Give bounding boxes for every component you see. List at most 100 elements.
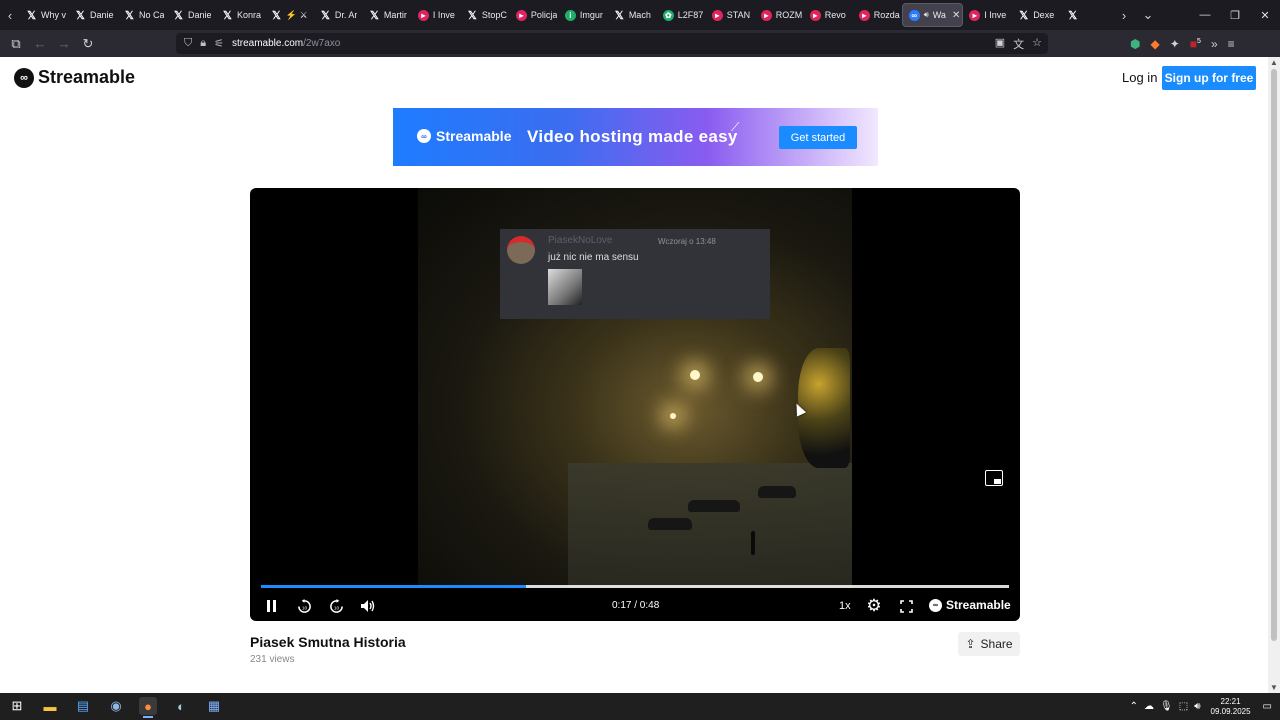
minimize-icon[interactable]: —: [1190, 0, 1220, 30]
more-tools-icon[interactable]: »: [1211, 37, 1218, 51]
lock-icon[interactable]: 🔒︎: [200, 37, 206, 50]
extension-fox-icon[interactable]: ◆: [1150, 37, 1159, 51]
tab-scroll-left-icon[interactable]: ‹: [0, 0, 20, 30]
avatar: [507, 236, 535, 264]
browser-tab[interactable]: i Imgur: [559, 3, 608, 27]
close-window-icon[interactable]: ✕: [1250, 0, 1280, 30]
walking-person: [751, 531, 755, 555]
bookmark-star-icon[interactable]: ☆: [1032, 36, 1042, 52]
playback-time: 0:17 / 0:48: [612, 600, 660, 611]
browser-tab[interactable]: ∞ 🔊︎ Wa ✕: [901, 3, 964, 27]
browser-tab[interactable]: 𝕏 Konra: [216, 3, 265, 27]
signup-button[interactable]: Sign up for free: [1162, 66, 1256, 90]
tab-overview-icon[interactable]: ⧉: [4, 30, 28, 57]
calculator-icon[interactable]: ▦: [205, 697, 223, 715]
browser-tab[interactable]: 𝕏 Why v: [20, 3, 69, 27]
tab-audio-icon[interactable]: 🔊︎: [924, 10, 929, 20]
tracking-shield-icon[interactable]: ⛉: [184, 37, 192, 50]
notifications-icon[interactable]: ▭: [1263, 701, 1272, 712]
url-bar[interactable]: ⛉ 🔒︎ ⚟ streamable.com/2w7axo ▣ 文 ☆: [176, 33, 1048, 54]
reload-icon[interactable]: ↻: [76, 30, 100, 57]
player-brand[interactable]: ∞ Streamable: [929, 598, 1011, 612]
vpn-shield-icon[interactable]: ⬢: [1130, 37, 1140, 51]
login-link[interactable]: Log in: [1122, 70, 1157, 85]
browser-tab[interactable]: ▸ Revo: [804, 3, 853, 27]
scrollbar-thumb[interactable]: [1271, 69, 1277, 641]
browser-tab[interactable]: ✿ L2F87: [657, 3, 706, 27]
picture-in-picture-icon[interactable]: ▣: [995, 36, 1005, 52]
browser-tab[interactable]: 𝕏 StopC: [461, 3, 510, 27]
network-icon[interactable]: ⬚: [1179, 701, 1188, 712]
remote-desktop-icon[interactable]: ▤: [74, 697, 92, 715]
firefox-icon[interactable]: ●: [139, 697, 157, 718]
youtube-icon: ▸: [809, 9, 821, 21]
progress-bar[interactable]: [261, 585, 1009, 588]
street-scene: [568, 463, 852, 588]
extensions-puzzle-icon[interactable]: ✦: [1170, 37, 1180, 51]
tray-chevron-icon[interactable]: ⌃: [1130, 701, 1138, 712]
forward-icon[interactable]: →: [52, 30, 76, 57]
browser-tab[interactable]: ▸ ROZM: [755, 3, 804, 27]
browser-tab[interactable]: 𝕏 No Ca: [118, 3, 167, 27]
fullscreen-icon[interactable]: [898, 597, 914, 615]
browser-tab[interactable]: 𝕏 Mach: [608, 3, 657, 27]
translate-icon[interactable]: 文: [1013, 36, 1024, 52]
tab-scroll-right-icon[interactable]: ›: [1114, 0, 1134, 30]
chat-message-text: już nic nie ma sensu: [548, 252, 639, 263]
youtube-icon: ▸: [858, 9, 870, 21]
imgur-icon: i: [564, 9, 576, 21]
browser-tab[interactable]: ▸ Policja: [510, 3, 559, 27]
site-logo[interactable]: ∞ Streamable: [14, 67, 135, 88]
ublock-icon[interactable]: ■5: [1190, 37, 1201, 51]
browser-tab-label: Dexe: [1033, 10, 1055, 20]
steam-icon[interactable]: ◉: [107, 697, 125, 715]
restore-icon[interactable]: ❐: [1220, 0, 1250, 30]
browser-tab[interactable]: ▸ I Inve: [963, 3, 1012, 27]
pause-icon[interactable]: [264, 597, 278, 615]
browser-tab[interactable]: 𝕏 Dexe: [1012, 3, 1061, 27]
app-menu-icon[interactable]: ≡: [1228, 37, 1235, 51]
permissions-icon[interactable]: ⚟: [214, 37, 224, 50]
browser-tab-label: Policja: [530, 10, 558, 20]
browser-tab[interactable]: 𝕏 ⚡ ⚔: [265, 3, 314, 27]
browser-tab-label: Danie: [89, 10, 114, 20]
window-controls: — ❐ ✕: [1190, 0, 1280, 30]
browser-tab[interactable]: 𝕏 Danie: [167, 3, 216, 27]
progress-fill: [261, 585, 526, 588]
back-icon[interactable]: ←: [28, 30, 52, 57]
close-tab-icon[interactable]: ✕: [952, 10, 960, 21]
onedrive-icon[interactable]: ☁: [1144, 701, 1154, 712]
tab-list-icon[interactable]: ⌄: [1138, 0, 1158, 30]
browser-tab[interactable]: 𝕏 Dr. Ar: [314, 3, 363, 27]
browser-tab[interactable]: 𝕏: [1061, 3, 1110, 27]
windows-start-icon[interactable]: ⊞: [8, 697, 26, 715]
browser-tab[interactable]: 𝕏 Danie: [69, 3, 118, 27]
browser-tab-label: I Inve: [432, 10, 455, 20]
speaker-icon[interactable]: 🔊︎: [1194, 701, 1200, 712]
rewind-10-icon[interactable]: 10: [296, 597, 312, 615]
video-player[interactable]: PiasekNoLove Wczoraj o 13:48 już nic nie…: [250, 188, 1020, 621]
volume-icon[interactable]: [359, 597, 377, 615]
playback-speed-button[interactable]: 1x: [839, 600, 851, 612]
settings-gear-icon[interactable]: ⚙: [865, 596, 883, 615]
leaf-icon: ✿: [662, 9, 674, 21]
browser-tab[interactable]: ▸ Rozda: [853, 3, 902, 27]
share-button[interactable]: ⇪ Share: [958, 632, 1020, 656]
browser-tab[interactable]: ▸ I Inve: [412, 3, 461, 27]
street-lamp: [690, 370, 700, 380]
page-scrollbar[interactable]: ▲ ▼: [1268, 57, 1280, 693]
app-icon[interactable]: ◐: [172, 697, 190, 715]
get-started-button[interactable]: Get started: [779, 126, 857, 149]
system-clock[interactable]: 22:21 09.09.2025: [1211, 697, 1251, 717]
file-explorer-icon[interactable]: ▬: [41, 697, 59, 715]
streamable-logo-icon: ∞: [929, 598, 942, 612]
browser-tab[interactable]: 𝕏 Martir: [363, 3, 412, 27]
promo-banner[interactable]: ∞ Streamable Video hosting made easy ⟋ G…: [393, 108, 878, 166]
scroll-down-icon[interactable]: ▼: [1270, 683, 1278, 692]
browser-tab-label: STAN: [726, 10, 751, 20]
forward-10-icon[interactable]: 10: [328, 597, 344, 615]
microphone-icon[interactable]: 🎙︎: [1160, 701, 1173, 712]
picture-in-picture-icon[interactable]: [985, 470, 1003, 486]
browser-tab[interactable]: ▸ STAN: [706, 3, 755, 27]
scroll-up-icon[interactable]: ▲: [1270, 58, 1278, 67]
